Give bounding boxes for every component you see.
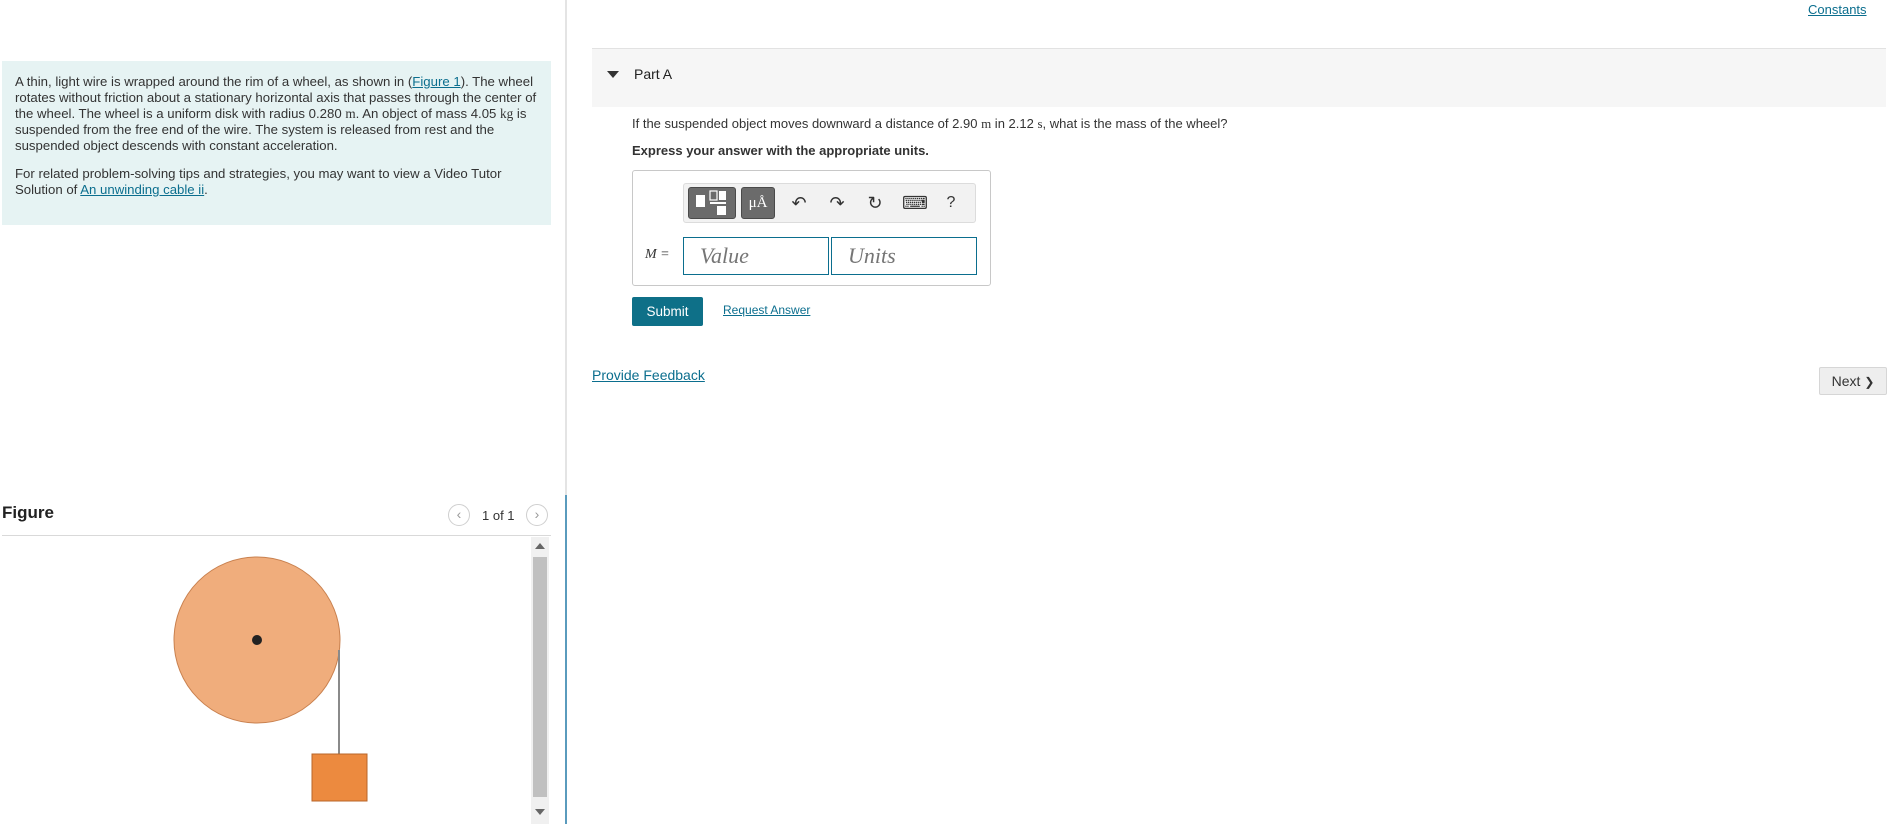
- undo-icon[interactable]: ↶: [788, 192, 810, 214]
- part-title: Part A: [634, 66, 673, 82]
- problem-statement: A thin, light wire is wrapped around the…: [2, 61, 551, 225]
- problem-paragraph: A thin, light wire is wrapped around the…: [15, 74, 537, 153]
- request-answer-link[interactable]: Request Answer: [723, 303, 810, 317]
- unit-m: m: [981, 116, 992, 131]
- provide-feedback-link[interactable]: Provide Feedback: [592, 367, 705, 383]
- next-button[interactable]: Next ❯: [1819, 367, 1887, 395]
- figure-image: [173, 556, 368, 802]
- figure-pager-text: 1 of 1: [482, 508, 515, 523]
- chevron-right-icon: ❯: [1864, 375, 1875, 389]
- next-label: Next: [1831, 373, 1861, 389]
- scroll-down-icon[interactable]: [535, 809, 545, 815]
- templates-button[interactable]: [688, 187, 736, 219]
- question-text: If the suspended object moves downward a…: [632, 116, 1228, 131]
- scroll-thumb[interactable]: [533, 557, 547, 797]
- caret-down-icon[interactable]: [607, 71, 619, 78]
- video-tutor-link[interactable]: An unwinding cable ii: [80, 182, 204, 197]
- value-input[interactable]: [683, 237, 829, 275]
- submit-button[interactable]: Submit: [632, 297, 703, 326]
- problem-pane: A thin, light wire is wrapped around the…: [0, 0, 565, 824]
- unit-m: m: [345, 106, 356, 121]
- math-toolbar: μÅ ↶ ↷ ↻ ⌨ ?: [683, 183, 976, 223]
- figure-header: Figure ‹ 1 of 1 ›: [2, 500, 551, 536]
- pane-divider-accent: [565, 495, 567, 824]
- figure-scrollbar[interactable]: [531, 537, 549, 824]
- instruction-text: Express your answer with the appropriate…: [632, 143, 929, 158]
- figure-title: Figure: [2, 503, 54, 522]
- unit-kg: kg: [500, 106, 514, 121]
- answer-box: μÅ ↶ ↷ ↻ ⌨ ? M =: [632, 170, 991, 286]
- chevron-right-icon[interactable]: ›: [526, 504, 548, 526]
- units-input[interactable]: [831, 237, 977, 275]
- constants-link[interactable]: Constants: [1808, 2, 1867, 17]
- help-icon[interactable]: ?: [940, 192, 962, 214]
- reset-icon[interactable]: ↻: [864, 192, 886, 214]
- redo-icon[interactable]: ↷: [826, 192, 848, 214]
- tips-paragraph: For related problem-solving tips and str…: [15, 166, 502, 197]
- units-button[interactable]: μÅ: [741, 187, 775, 219]
- keyboard-icon[interactable]: ⌨: [902, 192, 928, 214]
- templates-icon: [696, 190, 726, 215]
- scroll-up-icon[interactable]: [535, 543, 545, 549]
- figure-link[interactable]: Figure 1: [412, 74, 460, 89]
- hanging-block: [311, 753, 368, 802]
- variable-label: M =: [645, 247, 670, 262]
- wheel-axle: [252, 635, 262, 645]
- chevron-left-icon[interactable]: ‹: [448, 504, 470, 526]
- part-a-header[interactable]: Part A: [592, 48, 1886, 107]
